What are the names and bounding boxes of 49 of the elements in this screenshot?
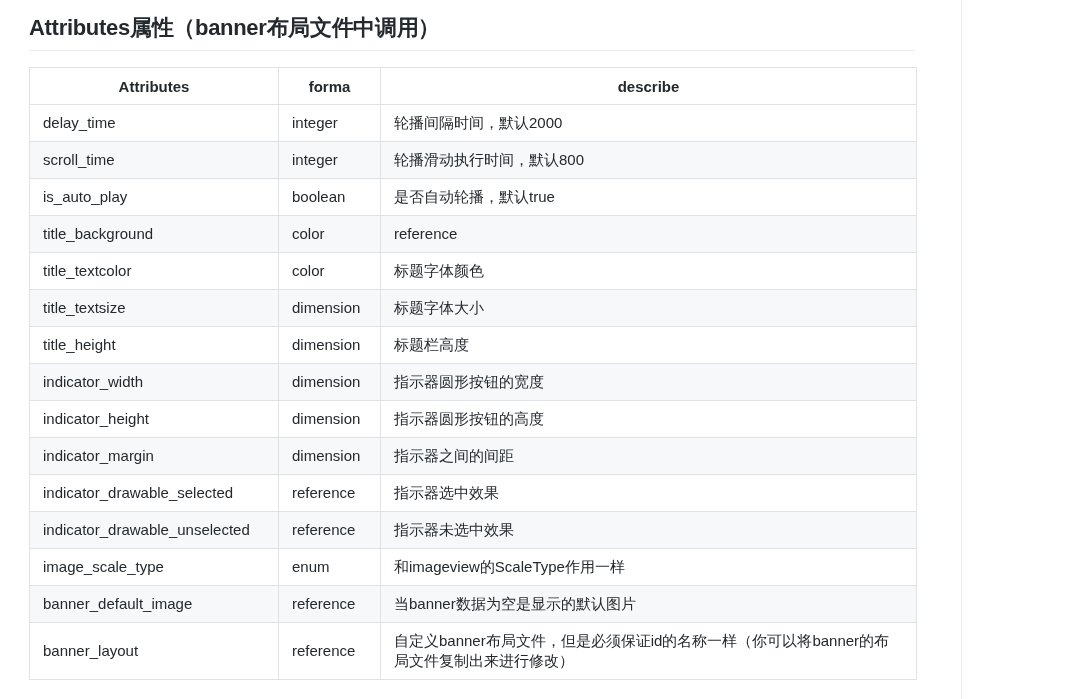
table-cell: dimension xyxy=(278,437,381,475)
table-cell: 指示器圆形按钮的宽度 xyxy=(380,363,917,401)
table-cell: 是否自动轮播，默认true xyxy=(380,178,917,216)
table-cell: indicator_margin xyxy=(29,437,279,475)
table-cell: 当banner数据为空是显示的默认图片 xyxy=(380,585,917,623)
table-cell: boolean xyxy=(278,178,381,216)
table-cell: indicator_height xyxy=(29,400,279,438)
table-cell: color xyxy=(278,252,381,290)
table-cell: reference xyxy=(380,215,917,253)
table-cell: reference xyxy=(278,585,381,623)
table-cell: enum xyxy=(278,548,381,586)
table-cell: 和imageview的ScaleType作用一样 xyxy=(380,548,917,586)
column-header: forma xyxy=(278,67,381,105)
table-cell: reference xyxy=(278,511,381,549)
table-cell: 标题栏高度 xyxy=(380,326,917,364)
table-cell: 标题字体颜色 xyxy=(380,252,917,290)
table-cell: indicator_drawable_selected xyxy=(29,474,279,512)
table-cell: 指示器未选中效果 xyxy=(380,511,917,549)
column-header: describe xyxy=(380,67,917,105)
table-cell: 轮播滑动执行时间，默认800 xyxy=(380,141,917,179)
table-cell: banner_layout xyxy=(29,622,279,680)
table-cell: title_background xyxy=(29,215,279,253)
table-cell: 标题字体大小 xyxy=(380,289,917,327)
table-cell: integer xyxy=(278,104,381,142)
column-header: Attributes xyxy=(29,67,279,105)
table-cell: image_scale_type xyxy=(29,548,279,586)
table-cell: 指示器之间的间距 xyxy=(380,437,917,475)
table-cell: title_height xyxy=(29,326,279,364)
table-cell: dimension xyxy=(278,289,381,327)
table-cell: dimension xyxy=(278,363,381,401)
table-cell: 指示器选中效果 xyxy=(380,474,917,512)
table-cell: 自定义banner布局文件，但是必须保证id的名称一样（你可以将banner的布局文件复制出来进行修改） xyxy=(380,622,917,680)
table-cell: is_auto_play xyxy=(29,178,279,216)
table-cell: indicator_drawable_unselected xyxy=(29,511,279,549)
table-cell: color xyxy=(278,215,381,253)
table-cell: 轮播间隔时间，默认2000 xyxy=(380,104,917,142)
table-cell: integer xyxy=(278,141,381,179)
table-cell: dimension xyxy=(278,400,381,438)
section-heading: Attributes属性（banner布局文件中调用） xyxy=(29,12,915,51)
table-cell: title_textsize xyxy=(29,289,279,327)
table-cell: indicator_width xyxy=(29,363,279,401)
table-cell: reference xyxy=(278,474,381,512)
table-cell: dimension xyxy=(278,326,381,364)
table-cell: 指示器圆形按钮的高度 xyxy=(380,400,917,438)
table-cell: reference xyxy=(278,622,381,680)
table-cell: delay_time xyxy=(29,104,279,142)
table-cell: banner_default_image xyxy=(29,585,279,623)
table-cell: title_textcolor xyxy=(29,252,279,290)
table-cell: scroll_time xyxy=(29,141,279,179)
